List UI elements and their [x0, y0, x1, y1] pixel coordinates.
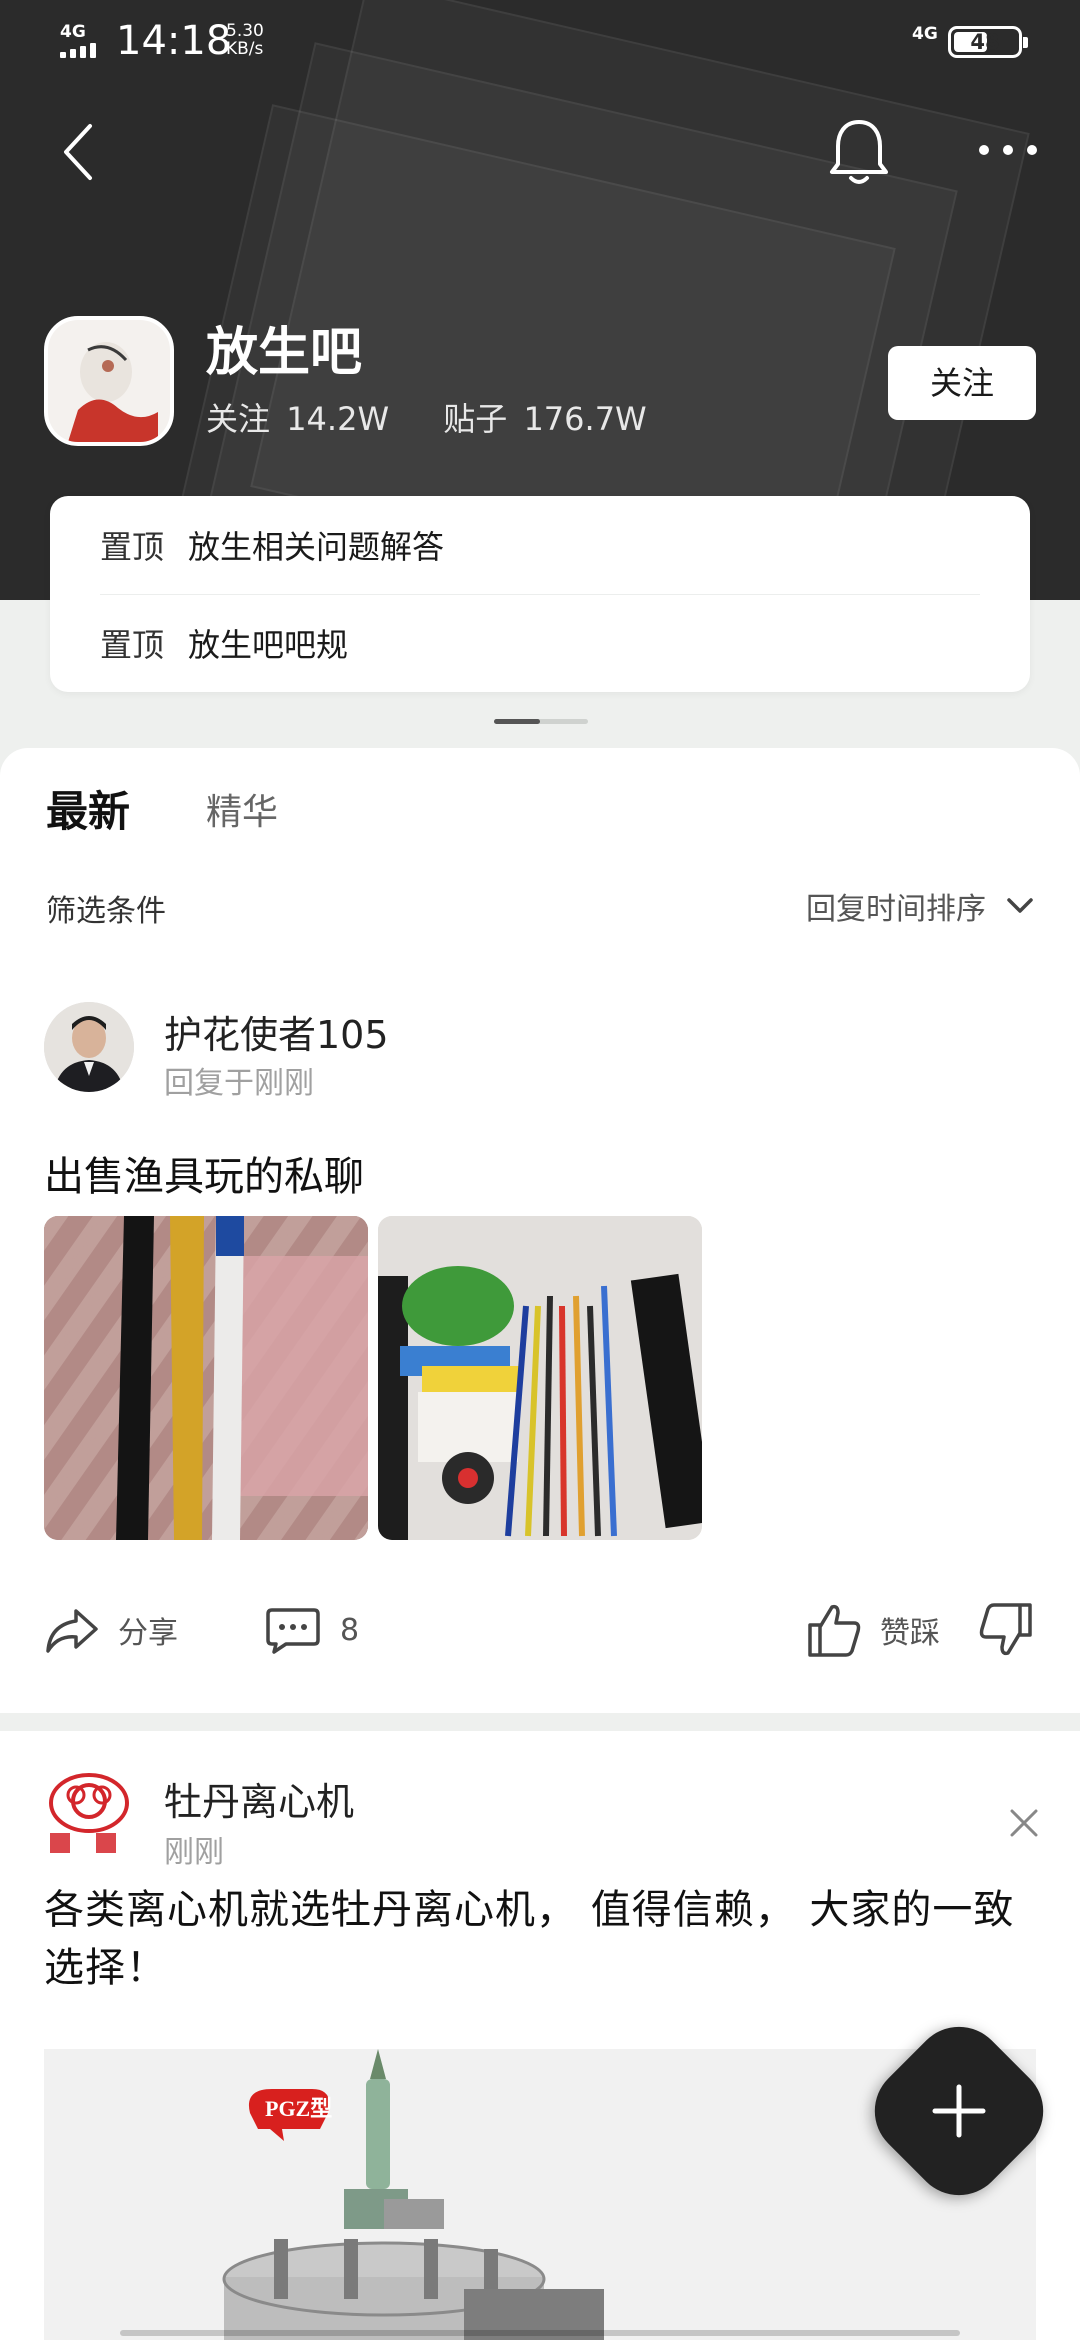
post-actions: 分享 8 赞踩 [0, 1580, 1080, 1680]
pinned-post-title: 放生相关问题解答 [188, 528, 445, 566]
chevron-left-icon [64, 124, 92, 180]
post-title[interactable]: 出售渔具玩的私聊 [44, 1144, 364, 1202]
section-gap [0, 1713, 1080, 1731]
ad-text[interactable]: 各类离心机就选牡丹离心机， 值得信赖， 大家的一致选择！ [44, 1881, 1040, 1997]
tab-featured[interactable]: 精华 [206, 783, 278, 839]
home-indicator [120, 2330, 960, 2336]
forum-avatar-image [48, 320, 170, 442]
post-count-label: 贴子 [443, 400, 508, 438]
forum-name: 放生吧 [206, 323, 363, 383]
like-button[interactable]: 赞踩 [806, 1580, 940, 1680]
close-ad-button[interactable] [1002, 1801, 1046, 1845]
author-avatar-image [44, 1002, 134, 1092]
network-type: 4G [60, 22, 86, 42]
comment-icon [266, 1608, 320, 1654]
dislike-button[interactable] [978, 1580, 1052, 1680]
fishing-rods-photo [44, 1216, 368, 1540]
pinned-post[interactable]: 置顶 放生吧吧规 [100, 594, 980, 692]
forum-avatar[interactable] [44, 316, 174, 446]
post-feed: 最新 精华 筛选条件 回复时间排序 护花使者105 回复于刚刚 出售渔具玩的私聊 [0, 748, 1080, 1713]
close-icon [1010, 1809, 1038, 1837]
ad-time: 刚刚 [164, 1835, 224, 1870]
advertiser-name[interactable]: 牡丹离心机 [164, 1771, 354, 1826]
pinned-posts-card: 置顶 放生相关问题解答 置顶 放生吧吧规 [50, 496, 1030, 692]
advertiser-logo[interactable] [44, 1771, 134, 1861]
pinned-post[interactable]: 置顶 放生相关问题解答 [100, 496, 980, 594]
fishing-gear-photo [378, 1216, 702, 1540]
battery-percent: 48 [970, 30, 1000, 54]
post-time: 回复于刚刚 [164, 1066, 314, 1101]
signal-icon [60, 42, 104, 58]
pinned-tag: 置顶 [100, 528, 165, 566]
tab-latest[interactable]: 最新 [46, 778, 130, 839]
sort-label: 回复时间排序 [806, 892, 986, 927]
more-button[interactable] [976, 130, 1040, 170]
speed-value: 5.30 [226, 21, 264, 41]
notification-button[interactable] [826, 114, 892, 190]
author-name[interactable]: 护花使者105 [164, 1004, 389, 1059]
post-image[interactable] [44, 1216, 368, 1540]
share-label: 分享 [118, 1616, 178, 1651]
post-count: 176.7W [523, 400, 647, 438]
peony-logo-icon [49, 1773, 129, 1853]
sort-dropdown[interactable]: 回复时间排序 [806, 884, 1034, 928]
back-button[interactable] [58, 120, 108, 184]
vote-label: 赞踩 [880, 1616, 940, 1651]
plus-icon [886, 2038, 1032, 2184]
network-speed: 5.30 KB/s [226, 22, 264, 58]
clock: 14:18 [116, 18, 232, 64]
share-icon [46, 1609, 98, 1653]
comment-button[interactable]: 8 [264, 1580, 359, 1680]
filter-button[interactable]: 筛选条件 [46, 886, 166, 930]
speed-unit: KB/s [226, 39, 264, 59]
thumbs-down-icon [979, 1603, 1032, 1656]
forum-stats: 关注 14.2W 贴子 176.7W [206, 394, 653, 440]
comment-count: 8 [340, 1612, 360, 1648]
bell-icon [830, 120, 888, 184]
chevron-down-icon [1007, 898, 1033, 913]
pinned-post-title: 放生吧吧规 [188, 626, 349, 664]
follow-count: 14.2W [286, 400, 390, 438]
page-indicator [494, 719, 588, 724]
pinned-tag: 置顶 [100, 626, 165, 664]
post-image[interactable] [378, 1216, 702, 1540]
follow-count-label: 关注 [206, 400, 271, 438]
model-tag: PGZ型 [265, 2096, 332, 2121]
author-avatar[interactable] [44, 1002, 134, 1092]
follow-button[interactable]: 关注 [888, 346, 1036, 420]
network-type-right: 4G [912, 24, 938, 44]
share-button[interactable]: 分享 [44, 1580, 178, 1680]
ad-card[interactable]: 牡丹离心机 刚刚 各类离心机就选牡丹离心机， 值得信赖， 大家的一致选择！ PG… [0, 1731, 1080, 2340]
battery-icon: 48 [948, 26, 1028, 58]
status-bar: 4G 14:18 5.30 KB/s 4G 48 [0, 0, 1080, 90]
more-dots-icon [979, 145, 1037, 155]
feed-tabs: 最新 精华 [46, 778, 278, 839]
thumbs-up-icon [808, 1604, 861, 1657]
